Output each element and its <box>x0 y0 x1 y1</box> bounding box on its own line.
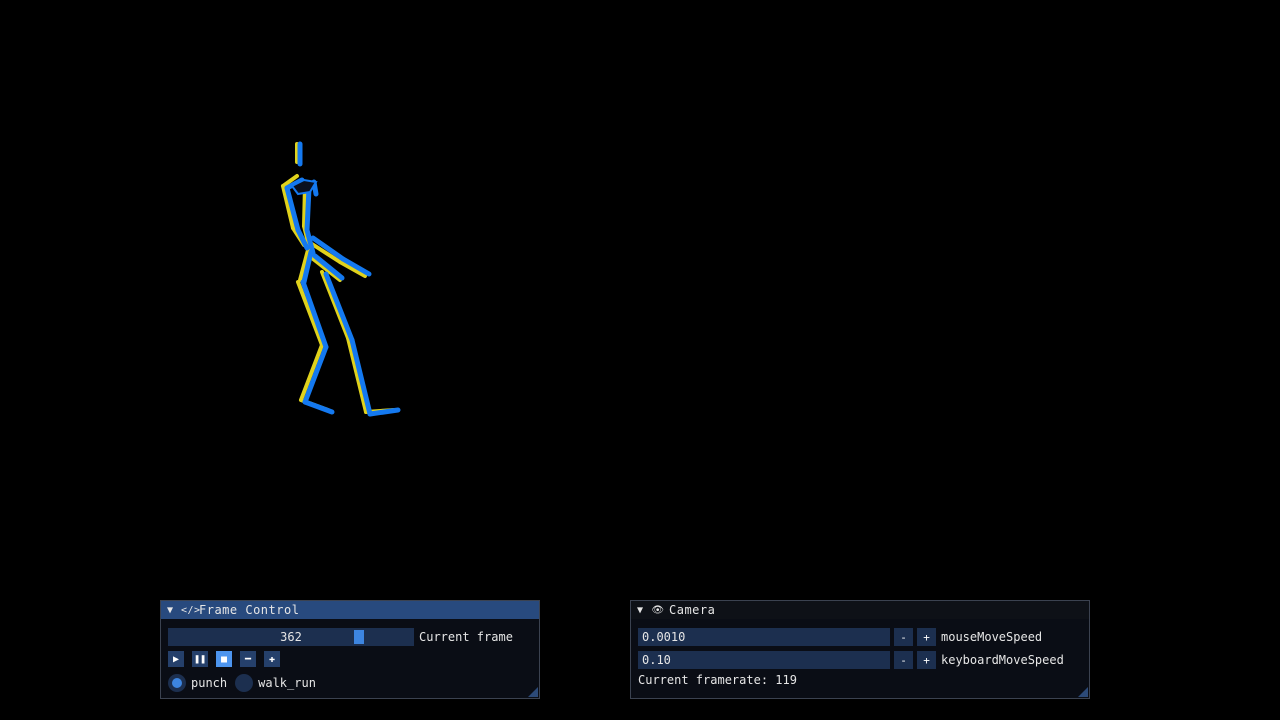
collapse-triangle-icon[interactable]: ▼ <box>637 605 649 616</box>
framerate-row: Current framerate: 119 <box>638 673 797 687</box>
playback-button-row: ▶ ❚❚ ■ ━ ✚ <box>168 651 288 667</box>
camera-panel[interactable]: ▼ 👁 Camera 0.0010 - + mouseMoveSpeed 0.1… <box>630 600 1090 699</box>
mouse-move-speed-input[interactable]: 0.0010 <box>638 628 890 646</box>
framerate-text: Current framerate: 119 <box>638 673 797 687</box>
frame-control-title: Frame Control <box>199 603 300 617</box>
code-icon: </> <box>181 604 201 616</box>
mouse-move-speed-label: mouseMoveSpeed <box>941 630 1043 644</box>
pause-icon: ❚❚ <box>193 653 207 665</box>
current-frame-slider[interactable]: 362 <box>168 628 414 646</box>
step-forward-button[interactable]: ✚ <box>264 651 280 667</box>
radio-button[interactable] <box>235 674 254 692</box>
frame-slider-row: 362 Current frame <box>168 628 513 646</box>
stop-icon: ■ <box>220 653 228 665</box>
stop-button[interactable]: ■ <box>216 651 232 667</box>
eye-icon: 👁 <box>651 604 665 616</box>
mouse-speed-increment-button[interactable]: + <box>917 628 936 646</box>
current-frame-value: 362 <box>280 630 302 644</box>
animation-radio-walk_run[interactable]: walk_run <box>235 674 316 692</box>
frame-control-titlebar[interactable]: ▼ </> Frame Control <box>161 601 539 619</box>
collapse-triangle-icon[interactable]: ▼ <box>167 605 179 616</box>
mouse-speed-row: 0.0010 - + mouseMoveSpeed <box>638 628 1042 646</box>
radio-selected-dot <box>172 678 182 688</box>
animation-label: punch <box>191 676 228 690</box>
current-frame-label: Current frame <box>419 630 513 644</box>
slider-grab-handle[interactable] <box>354 630 364 644</box>
plus-icon: ✚ <box>268 653 276 665</box>
camera-title: Camera <box>669 603 716 617</box>
pause-button[interactable]: ❚❚ <box>192 651 208 667</box>
mouse-speed-decrement-button[interactable]: - <box>894 628 913 646</box>
minus-icon: ━ <box>244 653 252 665</box>
radio-button[interactable] <box>168 674 186 692</box>
keyboard-speed-decrement-button[interactable]: - <box>894 651 913 669</box>
keyboard-move-speed-label: keyboardMoveSpeed <box>941 653 1064 667</box>
step-back-button[interactable]: ━ <box>240 651 256 667</box>
animation-radio-punch[interactable]: punch <box>168 674 227 692</box>
resize-grip[interactable] <box>528 687 538 697</box>
resize-grip[interactable] <box>1078 687 1088 697</box>
animation-radio-group: punch walk_run <box>168 674 324 692</box>
keyboard-speed-row: 0.10 - + keyboardMoveSpeed <box>638 651 1064 669</box>
animation-label: walk_run <box>258 676 316 690</box>
keyboard-speed-increment-button[interactable]: + <box>917 651 936 669</box>
camera-titlebar[interactable]: ▼ 👁 Camera <box>631 601 1089 619</box>
keyboard-move-speed-input[interactable]: 0.10 <box>638 651 890 669</box>
play-button[interactable]: ▶ <box>168 651 184 667</box>
frame-control-panel[interactable]: ▼ </> Frame Control 362 Current frame ▶ ❚… <box>160 600 540 699</box>
play-icon: ▶ <box>172 653 180 665</box>
